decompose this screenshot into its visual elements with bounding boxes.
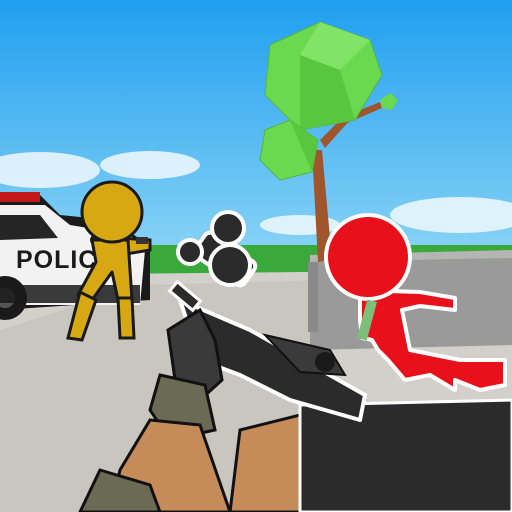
game-viewport[interactable]: POLICE — [0, 0, 512, 512]
game-scene[interactable]: POLICE — [0, 0, 512, 512]
enemy-yellow-head — [80, 180, 144, 244]
wall-post — [308, 262, 318, 332]
enemy-red-head — [324, 213, 412, 301]
